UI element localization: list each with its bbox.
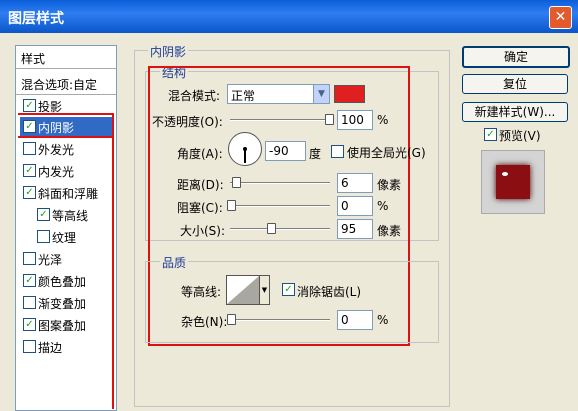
style-item-inner-glow[interactable]: ✓ 内发光 [20, 161, 112, 181]
checkbox-gradient-overlay[interactable] [23, 296, 36, 309]
chevron-down-icon[interactable]: ▼ [313, 85, 329, 103]
distance-unit: 像素 [377, 178, 402, 192]
quality-group [145, 261, 439, 343]
size-input[interactable]: 95 [337, 219, 373, 239]
choke-label: 阻塞(C): [177, 201, 223, 215]
global-light-label: 使用全局光(G) [347, 146, 426, 160]
angle-dial[interactable] [228, 132, 262, 166]
noise-slider-track[interactable] [230, 319, 330, 321]
preview-label: 预览(V) [499, 129, 541, 143]
styles-header[interactable]: 样式 [16, 46, 116, 69]
title-bar: 图层样式 ✕ [0, 0, 578, 33]
choke-slider-thumb[interactable] [227, 200, 236, 211]
style-item-gradient-overlay[interactable]: 渐变叠加 [20, 293, 112, 313]
style-item-satin[interactable]: 光泽 [20, 249, 112, 269]
red-annotation-bottom [149, 344, 410, 346]
preview-box [481, 150, 545, 214]
contour-picker[interactable] [226, 275, 260, 305]
style-item-stroke[interactable]: 描边 [20, 337, 112, 357]
choke-unit: % [377, 199, 389, 213]
style-item-color-overlay[interactable]: ✓ 颜色叠加 [20, 271, 112, 291]
checkbox-color-overlay[interactable]: ✓ [23, 274, 36, 287]
styles-list-panel: 样式 混合选项:自定 ✓ 投影 ✓ 内阴影 外发光 ✓ 内发光 ✓ 斜面和浮雕 … [15, 45, 117, 411]
checkbox-texture[interactable] [37, 230, 50, 243]
checkbox-inner-glow[interactable]: ✓ [23, 164, 36, 177]
contour-label: 等高线: [181, 285, 222, 299]
red-annotation-top [149, 66, 410, 68]
distance-slider-thumb[interactable] [232, 177, 241, 188]
antialias-checkbox[interactable]: ✓ [282, 283, 295, 296]
close-icon: ✕ [554, 9, 567, 25]
noise-input[interactable]: 0 [337, 310, 373, 330]
checkbox-satin[interactable] [23, 252, 36, 265]
choke-slider-track[interactable] [230, 205, 330, 207]
noise-label: 杂色(N): [181, 315, 228, 329]
new-style-button[interactable]: 新建样式(W)... [462, 102, 568, 122]
reset-button[interactable]: 复位 [462, 74, 568, 94]
checkbox-bevel-emboss[interactable]: ✓ [23, 186, 36, 199]
contour-preview-icon [227, 276, 259, 304]
size-label: 大小(S): [180, 224, 226, 238]
noise-unit: % [377, 313, 389, 327]
preview-swatch [496, 165, 530, 199]
blend-mode-label: 混合模式: [168, 89, 221, 103]
checkbox-stroke[interactable] [23, 340, 36, 353]
checkbox-pattern-overlay[interactable]: ✓ [23, 318, 36, 331]
checkbox-drop-shadow[interactable]: ✓ [23, 99, 36, 112]
checkbox-inner-shadow[interactable]: ✓ [23, 120, 36, 133]
inner-shadow-title: 内阴影 [148, 43, 189, 60]
window-title: 图层样式 [8, 11, 64, 27]
distance-slider-track[interactable] [230, 182, 330, 184]
style-item-texture[interactable]: 纹理 [34, 227, 112, 247]
style-item-outer-glow[interactable]: 外发光 [20, 139, 112, 159]
opacity-slider-track[interactable] [230, 119, 330, 121]
style-item-contour[interactable]: ✓ 等高线 [34, 205, 112, 225]
choke-input[interactable]: 0 [337, 196, 373, 216]
contour-dropdown-icon[interactable]: ▼ [259, 275, 270, 305]
distance-label: 距离(D): [177, 178, 224, 192]
distance-input[interactable]: 6 [337, 173, 373, 193]
style-item-inner-shadow[interactable]: ✓ 内阴影 [20, 117, 112, 137]
noise-slider-thumb[interactable] [227, 314, 236, 325]
antialias-label: 消除锯齿(L) [297, 285, 362, 299]
size-slider-thumb[interactable] [267, 223, 276, 234]
angle-unit: 度 [309, 147, 322, 161]
ok-button[interactable]: 确定 [462, 46, 570, 68]
size-slider-track[interactable] [230, 228, 330, 230]
close-button[interactable]: ✕ [549, 6, 572, 29]
preview-highlight [502, 172, 508, 176]
global-light-checkbox[interactable] [331, 145, 344, 158]
highlight-box-bottom [18, 136, 114, 138]
style-item-pattern-overlay[interactable]: ✓ 图案叠加 [20, 315, 112, 335]
checkbox-outer-glow[interactable] [23, 142, 36, 155]
checkbox-contour[interactable]: ✓ [37, 208, 50, 221]
opacity-input[interactable]: 100 [337, 110, 373, 130]
angle-label: 角度(A): [177, 147, 223, 161]
opacity-slider-thumb[interactable] [325, 114, 334, 125]
highlight-box-top [18, 113, 114, 115]
blend-mode-select[interactable]: 正常 ▼ [227, 84, 330, 104]
opacity-unit: % [377, 113, 389, 127]
angle-input[interactable]: -90 [265, 141, 306, 161]
blending-options-item[interactable]: 混合选项:自定 [16, 72, 116, 95]
shadow-color-swatch[interactable] [334, 85, 365, 103]
highlight-box-right [112, 113, 114, 409]
size-unit: 像素 [377, 224, 402, 238]
opacity-label: 不透明度(O): [152, 115, 223, 129]
style-item-bevel-emboss[interactable]: ✓ 斜面和浮雕 [20, 183, 112, 203]
preview-checkbox[interactable]: ✓ [484, 128, 497, 141]
angle-dial-center [243, 147, 247, 151]
quality-title: 品质 [160, 254, 189, 271]
